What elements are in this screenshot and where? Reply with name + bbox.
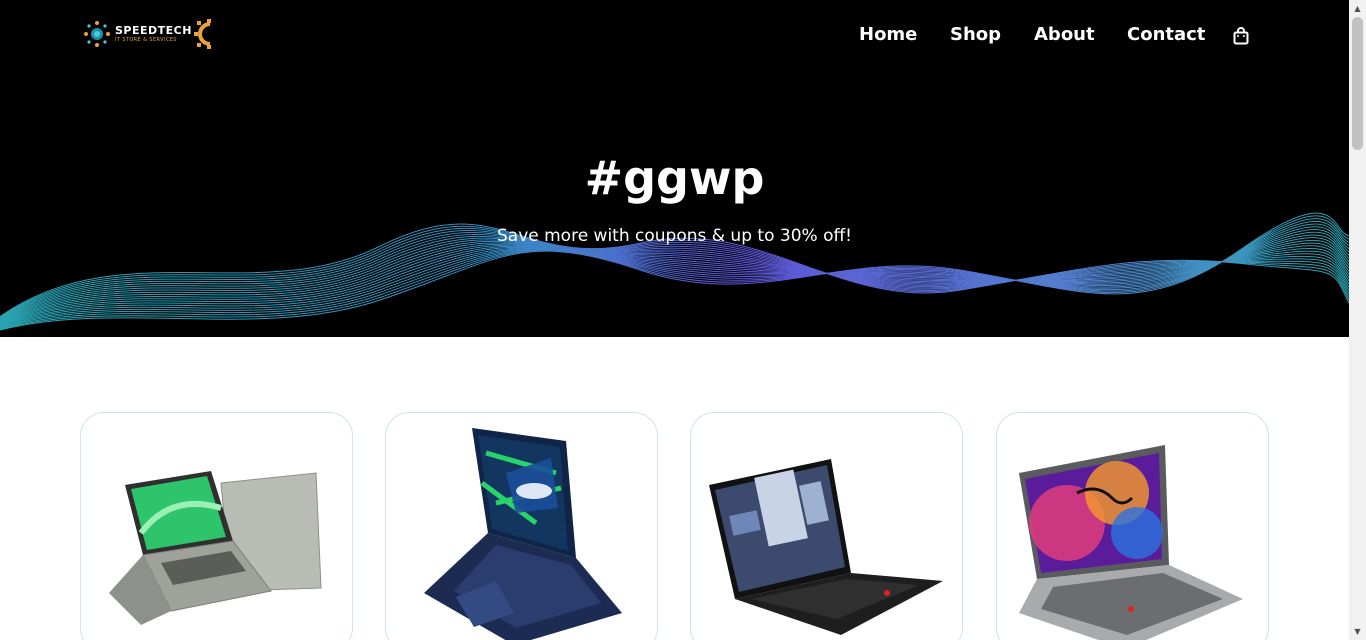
laptop-black-thinkpad-icon (709, 459, 943, 635)
product-grid (0, 337, 1349, 640)
shopping-bag-icon[interactable] (1233, 27, 1249, 45)
product-card[interactable] (690, 412, 963, 640)
laptop-silver-colorful-screen-icon (1019, 445, 1243, 640)
wave-line (0, 239, 1349, 325)
nav-shop-link[interactable]: Shop (950, 22, 1001, 48)
product-card[interactable] (80, 412, 353, 640)
scroll-down-arrow-icon[interactable]: ▼ (1349, 623, 1366, 640)
scroll-thumb[interactable] (1352, 17, 1363, 150)
nav-about-link[interactable]: About (1034, 22, 1095, 48)
hero-banner: SPEEDTECH IT STORE & SERVICES Home Shop … (0, 0, 1349, 337)
laptop-gaming-rog-icon (424, 428, 622, 640)
scroll-up-arrow-icon[interactable]: ▲ (1349, 0, 1366, 17)
hero-title: #ggwp (584, 151, 765, 205)
nav-contact-link[interactable]: Contact (1127, 22, 1205, 48)
product-card[interactable] (996, 412, 1269, 640)
brand-tagline: IT STORE & SERVICES (115, 36, 177, 43)
laptop-green-open-icon (109, 471, 322, 625)
page: SPEEDTECH IT STORE & SERVICES Home Shop … (0, 0, 1366, 640)
gear-icon (193, 19, 211, 49)
globe-network-icon (84, 21, 110, 47)
nav-home-link[interactable]: Home (859, 22, 917, 48)
product-card[interactable] (385, 412, 658, 640)
vertical-scrollbar[interactable]: ▲ ▼ (1349, 0, 1366, 640)
brand-logo[interactable]: SPEEDTECH IT STORE & SERVICES (82, 16, 217, 52)
hero-subtitle: Save more with coupons & up to 30% off! (496, 226, 852, 246)
brand-name: SPEEDTECH (115, 23, 192, 37)
